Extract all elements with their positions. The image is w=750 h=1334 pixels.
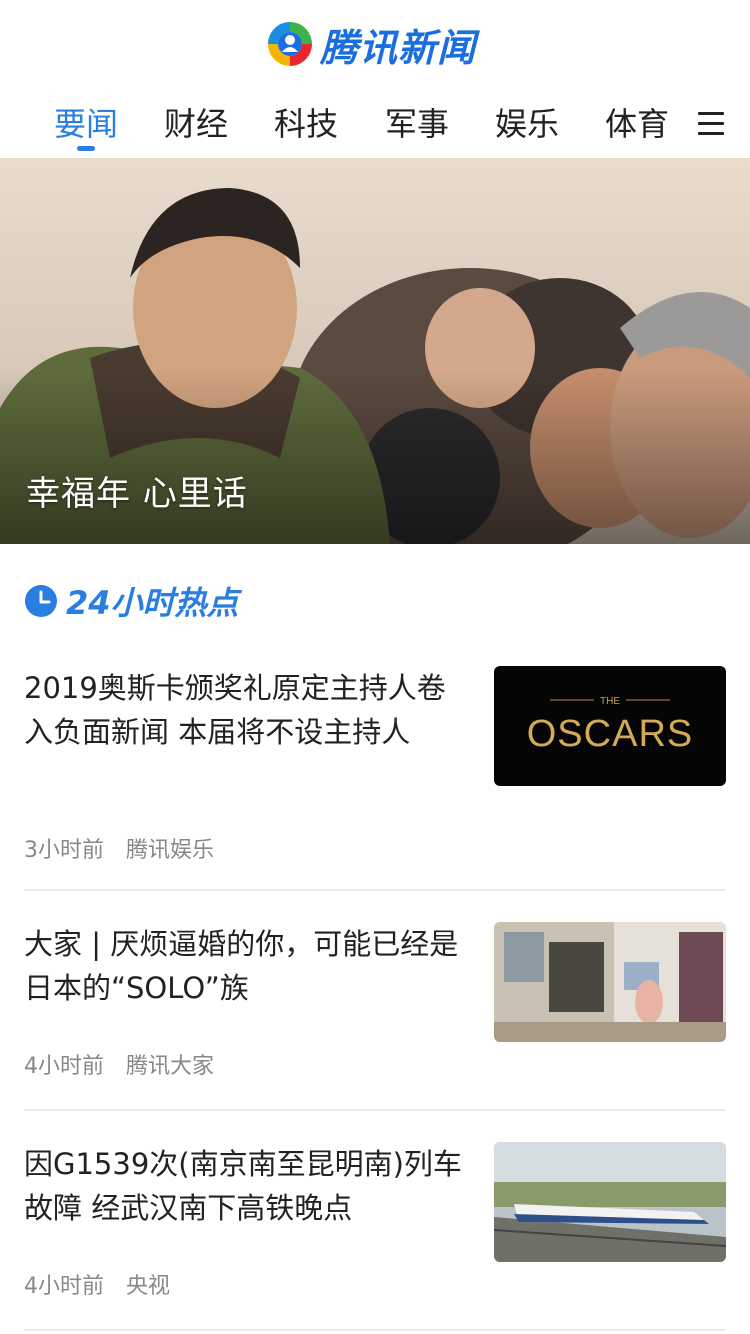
category-tabs: 要闻 财经 科技 军事 娱乐 体育 <box>0 90 750 158</box>
news-thumbnail <box>494 922 726 1042</box>
news-source: 腾讯大家 <box>126 1054 215 1079</box>
news-item[interactable]: 因G1539次(南京南至昆明南)列车故障 经武汉南下高铁晚点 4小时前 央视 <box>24 1142 726 1302</box>
news-source: 央视 <box>126 1274 171 1299</box>
news-title: 大家 | 厌烦逼婚的你，可能已经是日本的“SOLO”族 <box>24 927 459 1005</box>
news-time: 4小时前 <box>24 1054 104 1079</box>
divider <box>24 1109 726 1111</box>
news-item[interactable]: 大家 | 厌烦逼婚的你，可能已经是日本的“SOLO”族 4小时前 腾讯大家 <box>24 922 726 1082</box>
thumb-text-top: THE <box>600 696 620 707</box>
tab-tech[interactable]: 科技 <box>274 104 338 148</box>
room-photo-image <box>494 922 726 1042</box>
divider <box>24 889 726 891</box>
news-meta: 3小时前 腾讯娱乐 <box>24 832 214 864</box>
news-time: 3小时前 <box>24 838 104 863</box>
thumb-text: OSCARS <box>527 713 693 755</box>
app-header: 腾讯新闻 <box>0 0 750 90</box>
news-item[interactable]: 2019奥斯卡颁奖礼原定主持人卷入负面新闻 本届将不设主持人 3小时前 腾讯娱乐 … <box>24 666 726 866</box>
news-title: 因G1539次(南京南至昆明南)列车故障 经武汉南下高铁晚点 <box>24 1147 462 1225</box>
tab-sports[interactable]: 体育 <box>605 104 669 148</box>
news-meta: 4小时前 腾讯大家 <box>24 1048 214 1080</box>
active-tab-indicator <box>77 146 95 151</box>
tab-finance[interactable]: 财经 <box>164 104 228 148</box>
news-source: 腾讯娱乐 <box>126 838 215 863</box>
news-meta: 4小时前 央视 <box>24 1268 170 1300</box>
hero-banner[interactable]: 幸福年 心里话 <box>0 158 750 544</box>
tab-military[interactable]: 军事 <box>385 104 449 148</box>
clock-icon <box>25 585 57 617</box>
hero-caption: 幸福年 心里话 <box>26 474 248 514</box>
section-header: 24小时热点 <box>24 578 239 624</box>
tencent-news-logo-icon <box>264 18 316 70</box>
section-title: 24小时热点 <box>66 584 239 622</box>
menu-icon[interactable] <box>698 112 724 136</box>
news-thumbnail <box>494 1142 726 1262</box>
oscars-logo-image: THE OSCARS <box>527 696 693 755</box>
app-logo[interactable]: 腾讯新闻 <box>264 16 476 72</box>
news-time: 4小时前 <box>24 1274 104 1299</box>
app-logo-text: 腾讯新闻 <box>320 25 477 70</box>
news-thumbnail: THE OSCARS <box>494 666 726 786</box>
divider <box>24 1329 726 1331</box>
train-photo-image <box>494 1142 726 1262</box>
tab-entertainment[interactable]: 娱乐 <box>495 104 559 148</box>
news-title: 2019奥斯卡颁奖礼原定主持人卷入负面新闻 本届将不设主持人 <box>24 671 446 749</box>
tab-headlines[interactable]: 要闻 <box>54 104 118 148</box>
